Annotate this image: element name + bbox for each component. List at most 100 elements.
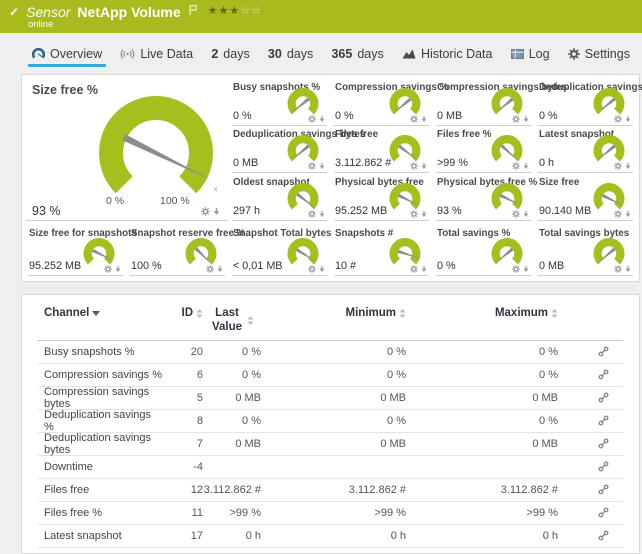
- gauge-panel[interactable]: Physical bytes free 95.252 MB: [334, 174, 429, 221]
- channel-settings-button[interactable]: [558, 484, 623, 495]
- gauge-settings-icon[interactable]: [410, 115, 418, 123]
- channel-name[interactable]: Downtime: [38, 461, 163, 473]
- column-header-channel[interactable]: Channel: [38, 307, 163, 319]
- tab-settings[interactable]: Settings: [566, 33, 632, 74]
- channel-name[interactable]: Latest snapshot: [38, 530, 163, 542]
- table-row[interactable]: Downtime -4: [38, 456, 623, 479]
- gauge-settings-icon[interactable]: [512, 162, 520, 170]
- gauge-pin-icon[interactable]: [319, 265, 325, 273]
- gauge-panel[interactable]: Total savings % 0 %: [436, 225, 531, 276]
- channel-settings-button[interactable]: [558, 530, 623, 541]
- gauge-pin-icon[interactable]: [523, 265, 529, 273]
- gauge-pin-icon[interactable]: [625, 265, 631, 273]
- gauge-pin-icon[interactable]: [625, 162, 631, 170]
- gauge-panel[interactable]: Compression savings % 0 %: [334, 79, 429, 126]
- channel-name[interactable]: Deduplication savings %: [38, 409, 163, 433]
- tab-365-days[interactable]: 365 days: [329, 33, 385, 74]
- channel-name[interactable]: Compression savings bytes: [38, 386, 163, 410]
- channel-name[interactable]: Files free: [38, 484, 163, 496]
- table-row[interactable]: Compression savings % 6 0 % 0 % 0 %: [38, 364, 623, 387]
- gauge-panel[interactable]: Snapshot reserve free % 100 %: [130, 225, 225, 276]
- gauge-panel[interactable]: Snapshots # 10 #: [334, 225, 429, 276]
- tab-2-days[interactable]: 2 days: [209, 33, 251, 74]
- gauge-settings-icon[interactable]: [201, 207, 210, 216]
- gauge-settings-icon[interactable]: [614, 265, 622, 273]
- gauge-settings-icon[interactable]: [614, 115, 622, 123]
- gauge-pin-icon[interactable]: [115, 265, 121, 273]
- channel-name[interactable]: Deduplication savings bytes: [38, 432, 163, 456]
- column-header-id[interactable]: ID: [163, 307, 203, 319]
- gauge-settings-icon[interactable]: [308, 265, 316, 273]
- gauge-pin-icon[interactable]: [523, 162, 529, 170]
- gauge-pin-icon[interactable]: [319, 210, 325, 218]
- tab-log[interactable]: Log: [509, 33, 552, 74]
- gauge-pin-icon[interactable]: [421, 162, 427, 170]
- gauge-panel[interactable]: Oldest snapshot 297 h: [232, 174, 327, 221]
- channel-settings-button[interactable]: [558, 392, 623, 403]
- gauge-pin-icon[interactable]: [421, 210, 427, 218]
- gauge-panel[interactable]: Busy snapshots % 0 %: [232, 79, 327, 126]
- gauge-settings-icon[interactable]: [410, 162, 418, 170]
- gauge-settings-icon[interactable]: [410, 265, 418, 273]
- gauge-panel[interactable]: Latest snapshot 0 h: [538, 126, 633, 173]
- gauge-pin-icon[interactable]: [319, 162, 325, 170]
- gauge-panel[interactable]: Size free 90.140 MB: [538, 174, 633, 221]
- channel-settings-button[interactable]: [558, 507, 623, 518]
- gauge-panel[interactable]: Physical bytes free % 93 %: [436, 174, 531, 221]
- gauge-pin-icon[interactable]: [319, 115, 325, 123]
- gauge-pin-icon[interactable]: [625, 115, 631, 123]
- gauge-settings-icon[interactable]: [308, 115, 316, 123]
- table-row[interactable]: Deduplication savings % 8 0 % 0 % 0 %: [38, 410, 623, 433]
- gauge-settings-icon[interactable]: [308, 210, 316, 218]
- column-header-last-value[interactable]: Last Value: [203, 307, 261, 335]
- gauge-pin-icon[interactable]: [523, 115, 529, 123]
- table-row[interactable]: Deduplication savings bytes 7 0 MB 0 MB …: [38, 433, 623, 456]
- gauge-settings-icon[interactable]: [104, 265, 112, 273]
- gauge-settings-icon[interactable]: [512, 210, 520, 218]
- gauge-pin-icon[interactable]: [217, 265, 223, 273]
- gauge-pin-icon[interactable]: [213, 207, 220, 216]
- gauge-settings-icon[interactable]: [206, 265, 214, 273]
- gauge-pin-icon[interactable]: [523, 210, 529, 218]
- tab-overview[interactable]: Overview: [30, 33, 104, 74]
- gauge-panel[interactable]: Compression savings bytes 0 MB: [436, 79, 531, 126]
- channel-settings-button[interactable]: [558, 346, 623, 357]
- table-row[interactable]: Compression savings bytes 5 0 MB 0 MB 0 …: [38, 387, 623, 410]
- channel-name[interactable]: Busy snapshots %: [38, 346, 163, 358]
- channel-name[interactable]: Files free %: [38, 507, 163, 519]
- tab-30-days[interactable]: 30 days: [266, 33, 315, 74]
- channel-name[interactable]: Compression savings %: [38, 369, 163, 381]
- gauge-settings-icon[interactable]: [308, 162, 316, 170]
- channel-settings-button[interactable]: [558, 369, 623, 380]
- table-row[interactable]: Files free % 11 >99 % >99 % >99 %: [38, 502, 623, 525]
- tab-live-data[interactable]: Live Data: [118, 33, 195, 74]
- primary-gauge-panel[interactable]: Size free % x 0 % 100 % 93 %: [26, 79, 228, 221]
- gauge-settings-icon[interactable]: [512, 115, 520, 123]
- gauge-panel[interactable]: Deduplication savings bytes 0 MB: [232, 126, 327, 173]
- gauge-panel[interactable]: Snapshot Total bytes < 0,01 MB: [232, 225, 327, 276]
- gauge-panel[interactable]: Files free % >99 %: [436, 126, 531, 173]
- flag-icon[interactable]: [189, 5, 197, 15]
- table-row[interactable]: Latest snapshot 17 0 h 0 h 0 h: [38, 525, 623, 548]
- gauge-settings-icon[interactable]: [614, 210, 622, 218]
- gauge-settings-icon[interactable]: [410, 210, 418, 218]
- gauge-settings-icon[interactable]: [512, 265, 520, 273]
- channel-settings-button[interactable]: [558, 415, 623, 426]
- table-row[interactable]: Files free 12 3.112.862 # 3.112.862 # 3.…: [38, 479, 623, 502]
- column-header-minimum[interactable]: Minimum: [261, 307, 406, 319]
- gauge-panel[interactable]: Deduplication savings % 0 %: [538, 79, 633, 126]
- channel-settings-button[interactable]: [558, 461, 623, 472]
- channel-settings-button[interactable]: [558, 438, 623, 449]
- gauge-pin-icon[interactable]: [421, 265, 427, 273]
- tab-historic-data[interactable]: Historic Data: [400, 33, 495, 74]
- column-header-maximum[interactable]: Maximum: [406, 307, 558, 319]
- priority-stars[interactable]: ★★★☆☆: [208, 4, 262, 17]
- gauge-pin-icon[interactable]: [421, 115, 427, 123]
- table-row[interactable]: Oldest snapshot 16 297 h 275 h 297 h: [38, 548, 623, 554]
- gauge-settings-icon[interactable]: [614, 162, 622, 170]
- gauge-panel[interactable]: Size free for snapshots 95.252 MB: [28, 225, 123, 276]
- gauge-panel[interactable]: Files free 3.112.862 #: [334, 126, 429, 173]
- gauge-panel[interactable]: Total savings bytes 0 MB: [538, 225, 633, 276]
- gauge-pin-icon[interactable]: [625, 210, 631, 218]
- table-row[interactable]: Busy snapshots % 20 0 % 0 % 0 %: [38, 341, 623, 364]
